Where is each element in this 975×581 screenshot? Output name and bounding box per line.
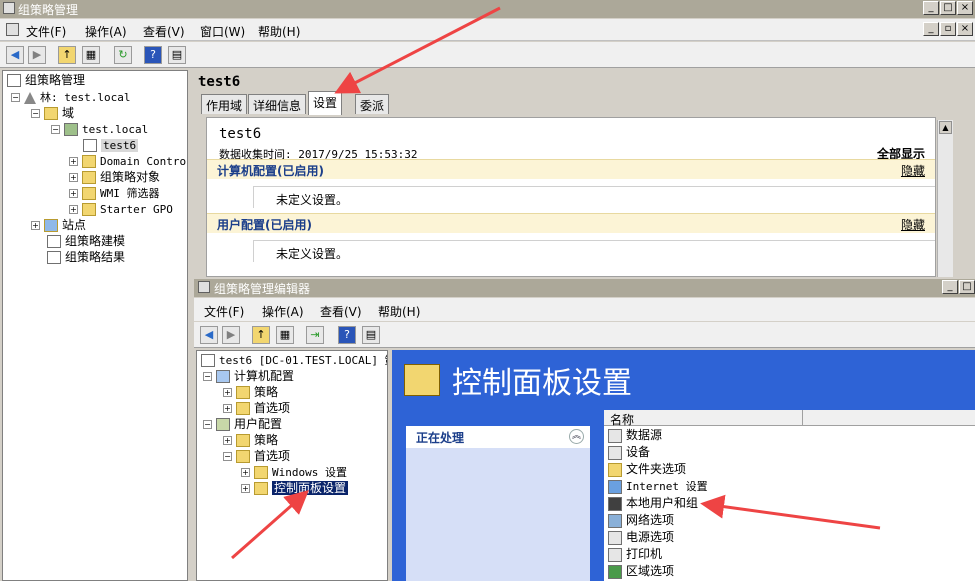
arrow-to-settings-tab bbox=[334, 6, 501, 94]
arrow-to-local-users bbox=[700, 494, 881, 530]
annotation-arrows bbox=[231, 6, 881, 560]
arrow-to-control-panel-node bbox=[231, 490, 309, 560]
